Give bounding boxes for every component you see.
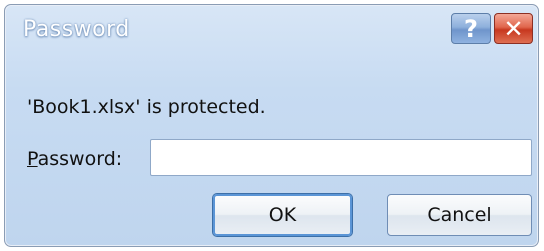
password-dialog: Password ? ✕ 'Book1.xlsx' is protected. …	[4, 4, 539, 247]
help-button[interactable]: ?	[451, 13, 491, 44]
password-label: Password:	[27, 148, 122, 170]
close-button[interactable]: ✕	[494, 13, 533, 44]
question-mark-icon: ?	[464, 14, 478, 43]
ok-button[interactable]: OK	[213, 194, 352, 236]
password-label-text: assword:	[37, 148, 123, 170]
password-label-mnemonic: P	[27, 148, 38, 170]
close-icon: ✕	[503, 14, 524, 43]
cancel-button[interactable]: Cancel	[387, 194, 532, 236]
protected-message: 'Book1.xlsx' is protected.	[27, 96, 266, 118]
dialog-title: Password	[23, 17, 130, 42]
password-input[interactable]	[150, 139, 532, 176]
ok-button-label: OK	[268, 204, 297, 226]
cancel-button-label: Cancel	[427, 204, 492, 226]
title-bar[interactable]: Password ? ✕	[5, 5, 538, 55]
